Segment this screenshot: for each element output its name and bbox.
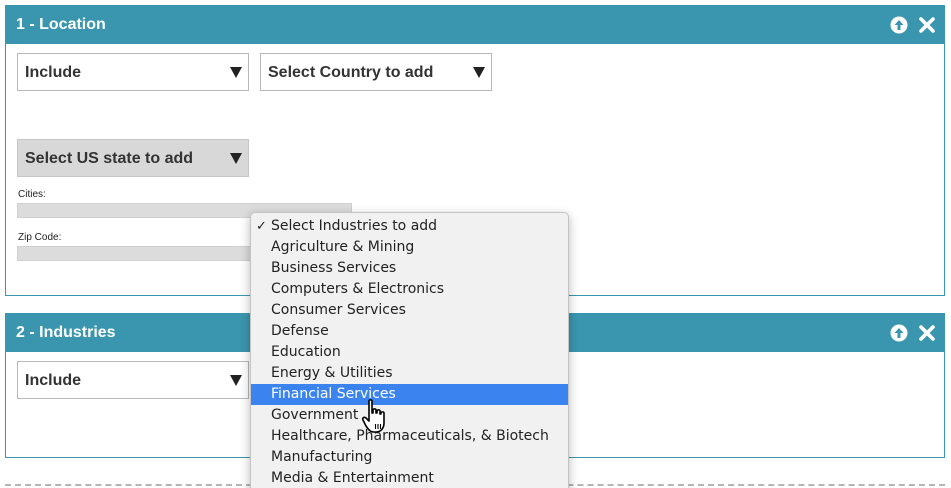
chevron-down-icon — [230, 375, 242, 386]
chevron-down-icon — [230, 67, 242, 78]
industries-include-select[interactable]: Include — [17, 361, 249, 399]
dropdown-option[interactable]: Defense — [251, 321, 568, 342]
country-select[interactable]: Select Country to add — [260, 53, 492, 91]
dropdown-option[interactable]: Computers & Electronics — [251, 279, 568, 300]
location-panel-header: 1 - Location — [6, 6, 944, 44]
us-state-select-label: Select US state to add — [25, 150, 194, 167]
dropdown-option[interactable]: Manufacturing — [251, 447, 568, 468]
up-arrow-icon[interactable] — [890, 16, 908, 34]
checkmark-icon: ✓ — [256, 219, 267, 234]
location-include-select[interactable]: Include — [17, 53, 249, 91]
dropdown-option[interactable]: Energy & Utilities — [251, 363, 568, 384]
industries-dropdown[interactable]: ✓ Select Industries to add Agriculture &… — [250, 212, 569, 488]
dropdown-option-label: Healthcare, Pharmaceuticals, & Biotech — [271, 428, 549, 444]
dropdown-option[interactable]: Media & Entertainment — [251, 468, 568, 488]
dropdown-option-label: Energy & Utilities — [271, 365, 393, 381]
hand-pointer-icon — [361, 399, 385, 433]
dropdown-option-label: Agriculture & Mining — [271, 239, 415, 255]
dropdown-option-label: Government — [271, 407, 359, 423]
zip-code-label: Zip Code: — [18, 232, 62, 243]
dropdown-option[interactable]: Healthcare, Pharmaceuticals, & Biotech — [251, 426, 568, 447]
close-icon[interactable] — [918, 16, 936, 34]
location-panel-title: 1 - Location — [16, 16, 106, 33]
dropdown-option[interactable]: Government — [251, 405, 568, 426]
dropdown-option-highlighted[interactable]: Financial Services — [251, 384, 568, 405]
cities-label: Cities: — [18, 189, 46, 200]
dropdown-option[interactable]: Education — [251, 342, 568, 363]
dropdown-option-label: Defense — [271, 323, 329, 339]
dropdown-option[interactable]: ✓ Select Industries to add — [251, 216, 568, 237]
dropdown-option-label: Manufacturing — [271, 449, 373, 465]
industries-panel-title: 2 - Industries — [16, 324, 116, 341]
dropdown-option-label: Education — [271, 344, 341, 360]
dropdown-option[interactable]: Agriculture & Mining — [251, 237, 568, 258]
dropdown-option-label: Media & Entertainment — [271, 470, 434, 486]
country-select-label: Select Country to add — [268, 64, 434, 81]
dropdown-option-label: Consumer Services — [271, 302, 406, 318]
dropdown-option-label: Select Industries to add — [271, 218, 438, 234]
industries-include-select-label: Include — [25, 372, 82, 389]
dropdown-option[interactable]: Business Services — [251, 258, 568, 279]
us-state-select[interactable]: Select US state to add — [17, 139, 249, 177]
dropdown-option-label: Business Services — [271, 260, 397, 276]
dropdown-option[interactable]: Consumer Services — [251, 300, 568, 321]
close-icon[interactable] — [918, 324, 936, 342]
chevron-down-icon — [473, 67, 485, 78]
chevron-down-icon — [230, 153, 242, 164]
dropdown-option-label: Computers & Electronics — [271, 281, 445, 297]
location-include-select-label: Include — [25, 64, 82, 81]
up-arrow-icon[interactable] — [890, 324, 908, 342]
